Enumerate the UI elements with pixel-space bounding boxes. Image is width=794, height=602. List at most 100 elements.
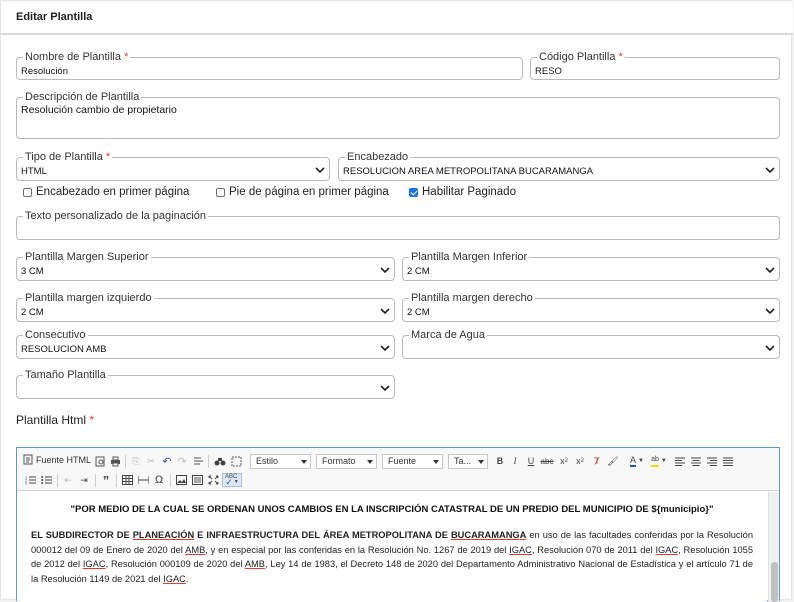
template-code-field[interactable]: Código Plantilla * RESO: [530, 51, 780, 80]
align-right-icon[interactable]: [705, 454, 719, 468]
template-description-value: Resolución cambio de propietario: [21, 104, 177, 116]
bottom-margin-select[interactable]: Plantilla Margen Inferior 2 CM: [402, 251, 780, 281]
table-icon[interactable]: [120, 473, 134, 487]
align-left-icon[interactable]: [673, 454, 687, 468]
header-label: Encabezado: [345, 151, 411, 163]
left-margin-select[interactable]: Plantilla margen izquierdo 2 CM: [16, 292, 395, 322]
page-title: Editar Plantilla: [16, 11, 93, 23]
top-margin-select[interactable]: Plantilla Margen Superior 3 CM: [16, 251, 395, 281]
redo-icon[interactable]: ↷: [175, 454, 189, 468]
checkbox-footer-first-page[interactable]: Pie de página en primer página: [216, 186, 389, 198]
replace-icon[interactable]: [191, 454, 205, 468]
chevron-down-icon: [380, 267, 390, 274]
doc-text: IGAC: [509, 544, 532, 555]
cut-icon[interactable]: ✂: [144, 454, 158, 468]
paint-brush-icon[interactable]: 🖌: [606, 454, 620, 468]
highlight-color-icon[interactable]: ab ▼: [649, 454, 669, 468]
outdent-icon[interactable]: ⇤: [61, 473, 75, 487]
checkbox-checked[interactable]: [409, 187, 418, 197]
image-icon[interactable]: [174, 473, 188, 487]
consecutive-select[interactable]: Consecutivo RESOLUCION AMB: [16, 329, 395, 359]
chevron-down-icon: [765, 308, 775, 315]
source-icon: [23, 454, 33, 465]
indent-icon[interactable]: ⇥: [77, 473, 91, 487]
doc-text: IGAC: [163, 573, 186, 584]
subscript-icon[interactable]: x2: [557, 454, 571, 468]
doc-text: IGAC: [655, 544, 679, 555]
pagination-text-field[interactable]: Texto personalizado de la paginación: [16, 210, 780, 240]
top-margin-value: 3 CM: [21, 266, 44, 277]
blockquote-icon[interactable]: ”: [99, 473, 113, 488]
font-dropdown[interactable]: Fuente: [382, 454, 443, 469]
numbered-list-icon[interactable]: 123: [23, 473, 37, 487]
doc-text: AMB: [244, 559, 266, 570]
checkbox-enable-pagination[interactable]: Habilitar Paginado: [409, 186, 516, 198]
size-dropdown[interactable]: Ta...: [448, 454, 488, 469]
watermark-select[interactable]: Marca de Agua: [402, 329, 780, 359]
undo-icon[interactable]: ↶: [160, 454, 174, 468]
font-dropdown-label: Fuente: [388, 456, 417, 466]
template-description-field[interactable]: Descripción de Plantilla Resolución camb…: [16, 91, 780, 139]
template-size-select[interactable]: Tamaño Plantilla: [16, 369, 395, 399]
italic-icon[interactable]: I: [508, 454, 522, 468]
editor-toolbar: Fuente HTML ⎘ ✂ ↶ ↷ Estilo Formato Fuent…: [17, 448, 779, 491]
watermark-label: Marca de Agua: [409, 329, 487, 341]
edit-template-card: Editar Plantilla Nombre de Plantilla * R…: [0, 0, 793, 602]
template-size-label: Tamaño Plantilla: [23, 369, 108, 381]
print-icon[interactable]: [108, 454, 122, 468]
source-html-button[interactable]: Fuente HTML: [23, 454, 91, 465]
justify-icon[interactable]: [721, 454, 735, 468]
right-margin-label: Plantilla margen derecho: [409, 292, 535, 304]
format-dropdown[interactable]: Formato: [316, 454, 377, 469]
editor-content[interactable]: "POR MEDIO DE LA CUAL SE ORDENAN UNOS CA…: [17, 492, 767, 602]
doc-text: .: [185, 573, 189, 584]
bold-icon[interactable]: B: [493, 454, 507, 468]
maximize-icon[interactable]: [206, 473, 220, 487]
strikethrough-icon[interactable]: abc: [540, 454, 554, 468]
checkbox[interactable]: [216, 187, 225, 197]
scrollbar-thumb[interactable]: [771, 562, 778, 602]
find-icon[interactable]: [213, 454, 227, 468]
card-header: Editar Plantilla: [1, 1, 793, 35]
doc-text: AMB: [185, 544, 206, 555]
chevron-down-icon: [380, 385, 390, 392]
checkbox[interactable]: [23, 187, 32, 197]
right-margin-select[interactable]: Plantilla margen derecho 2 CM: [402, 292, 780, 322]
select-all-icon[interactable]: [229, 454, 243, 468]
toolbar-separator: [208, 455, 209, 468]
bulleted-list-icon[interactable]: [39, 473, 53, 487]
spellcheck-icon[interactable]: ABC ✓ ▼: [222, 473, 242, 487]
remove-format-icon[interactable]: Ⱦ: [590, 454, 604, 468]
doc-text: EL SUBDIRECTOR DE: [31, 530, 133, 540]
template-name-value: Resolución: [21, 66, 68, 77]
chevron-down-icon: [765, 267, 775, 274]
chevron-down-icon: [315, 167, 325, 174]
toolbar-separator: [125, 455, 126, 468]
chevron-down-icon: [433, 460, 439, 464]
checkbox-label: Habilitar Paginado: [422, 186, 516, 198]
template-type-select[interactable]: Tipo de Plantilla * HTML: [16, 151, 330, 181]
template-type-label: Tipo de Plantilla *: [23, 151, 113, 163]
chevron-down-icon: [478, 460, 484, 464]
horizontal-line-icon[interactable]: [136, 473, 150, 487]
source-html-label: Fuente HTML: [36, 454, 92, 465]
html-editor[interactable]: Fuente HTML ⎘ ✂ ↶ ↷ Estilo Formato Fuent…: [16, 447, 780, 602]
iframe-icon[interactable]: [190, 473, 204, 487]
doc-text: , Resolución 000109 de 2020 del: [105, 559, 245, 570]
header-select[interactable]: Encabezado RESOLUCION AREA METROPOLITANA…: [338, 151, 780, 181]
style-dropdown[interactable]: Estilo: [250, 454, 311, 469]
preview-icon[interactable]: [93, 454, 107, 468]
special-character-icon[interactable]: Ω: [152, 473, 166, 487]
checkbox-header-first-page[interactable]: Encabezado en primer página: [23, 186, 189, 198]
doc-text: , y en especial por las conferidas en la…: [205, 544, 510, 555]
toolbar-separator: [170, 474, 171, 487]
consecutive-value: RESOLUCION AMB: [21, 344, 107, 355]
underline-icon[interactable]: U: [524, 454, 538, 468]
editor-scrollbar[interactable]: [768, 492, 779, 602]
superscript-icon[interactable]: x2: [573, 454, 587, 468]
header-value: RESOLUCION AREA METROPOLITANA BUCARAMANG…: [343, 166, 594, 177]
template-name-field[interactable]: Nombre de Plantilla * Resolución: [16, 51, 523, 80]
copy-icon[interactable]: ⎘: [129, 454, 143, 468]
text-color-icon[interactable]: A ▼: [627, 454, 647, 468]
align-center-icon[interactable]: [689, 454, 703, 468]
